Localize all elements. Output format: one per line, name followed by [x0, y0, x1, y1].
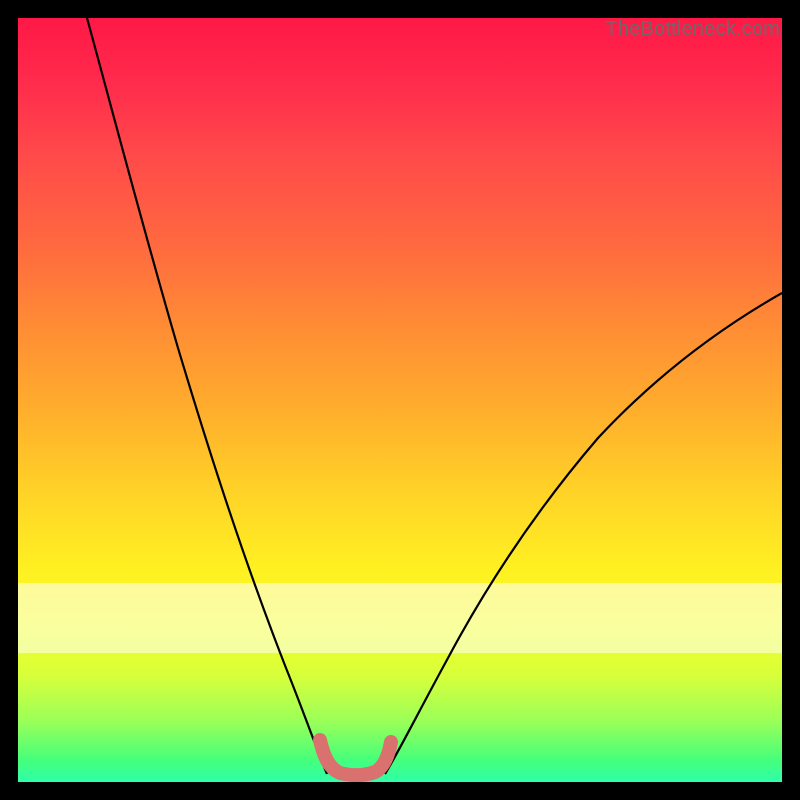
left-curve — [87, 18, 327, 774]
chart-frame: TheBottleneck.com — [0, 0, 800, 800]
curves-svg — [18, 18, 782, 782]
plot-area — [18, 18, 782, 782]
right-curve — [385, 293, 782, 774]
trough-highlight — [320, 740, 391, 775]
watermark-text: TheBottleneck.com — [605, 18, 780, 41]
